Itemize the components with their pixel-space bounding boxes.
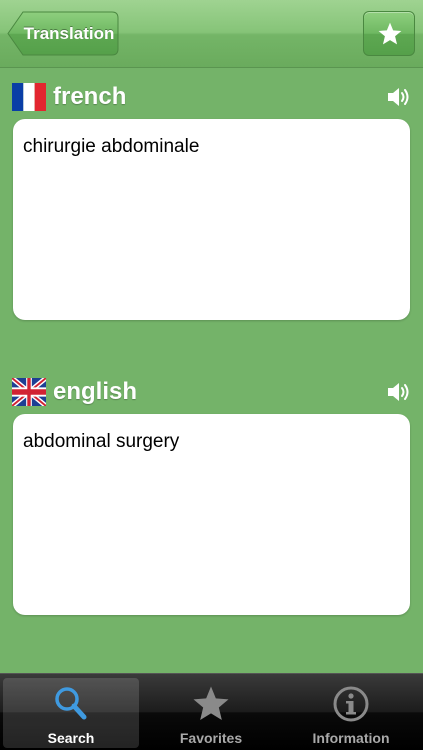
- tab-favorites-label: Favorites: [179, 730, 243, 746]
- star-icon: [378, 22, 402, 45]
- target-language-header: english: [12, 377, 412, 407]
- info-icon: [333, 686, 369, 722]
- flag-uk-icon: [12, 378, 46, 406]
- app-window: Translation french chirurgie abdominale: [0, 0, 423, 750]
- back-button[interactable]: Translation: [7, 11, 119, 56]
- source-language-header: french: [12, 82, 412, 112]
- source-language-name: french: [53, 83, 127, 110]
- speaker-icon[interactable]: [386, 380, 412, 404]
- source-text-box: chirurgie abdominale: [13, 119, 410, 320]
- tab-bar: Search Favorites Information: [0, 673, 423, 750]
- target-text: abdominal surgery: [23, 431, 180, 452]
- search-icon: [55, 687, 87, 720]
- source-text: chirurgie abdominale: [23, 136, 200, 157]
- add-favorite-button[interactable]: [363, 11, 415, 56]
- star-icon: [193, 686, 229, 720]
- navigation-bar: Translation: [0, 0, 423, 68]
- tab-information[interactable]: Information: [283, 678, 419, 748]
- tab-information-label: Information: [312, 730, 390, 746]
- flag-france-icon: [12, 83, 46, 111]
- tab-search[interactable]: Search: [3, 678, 139, 748]
- back-button-label: Translation: [23, 24, 115, 43]
- target-text-box: abdominal surgery: [13, 414, 410, 615]
- target-language-name: english: [53, 378, 138, 405]
- tab-search-label: Search: [47, 730, 95, 746]
- tab-favorites[interactable]: Favorites: [143, 678, 279, 748]
- speaker-icon[interactable]: [386, 85, 412, 109]
